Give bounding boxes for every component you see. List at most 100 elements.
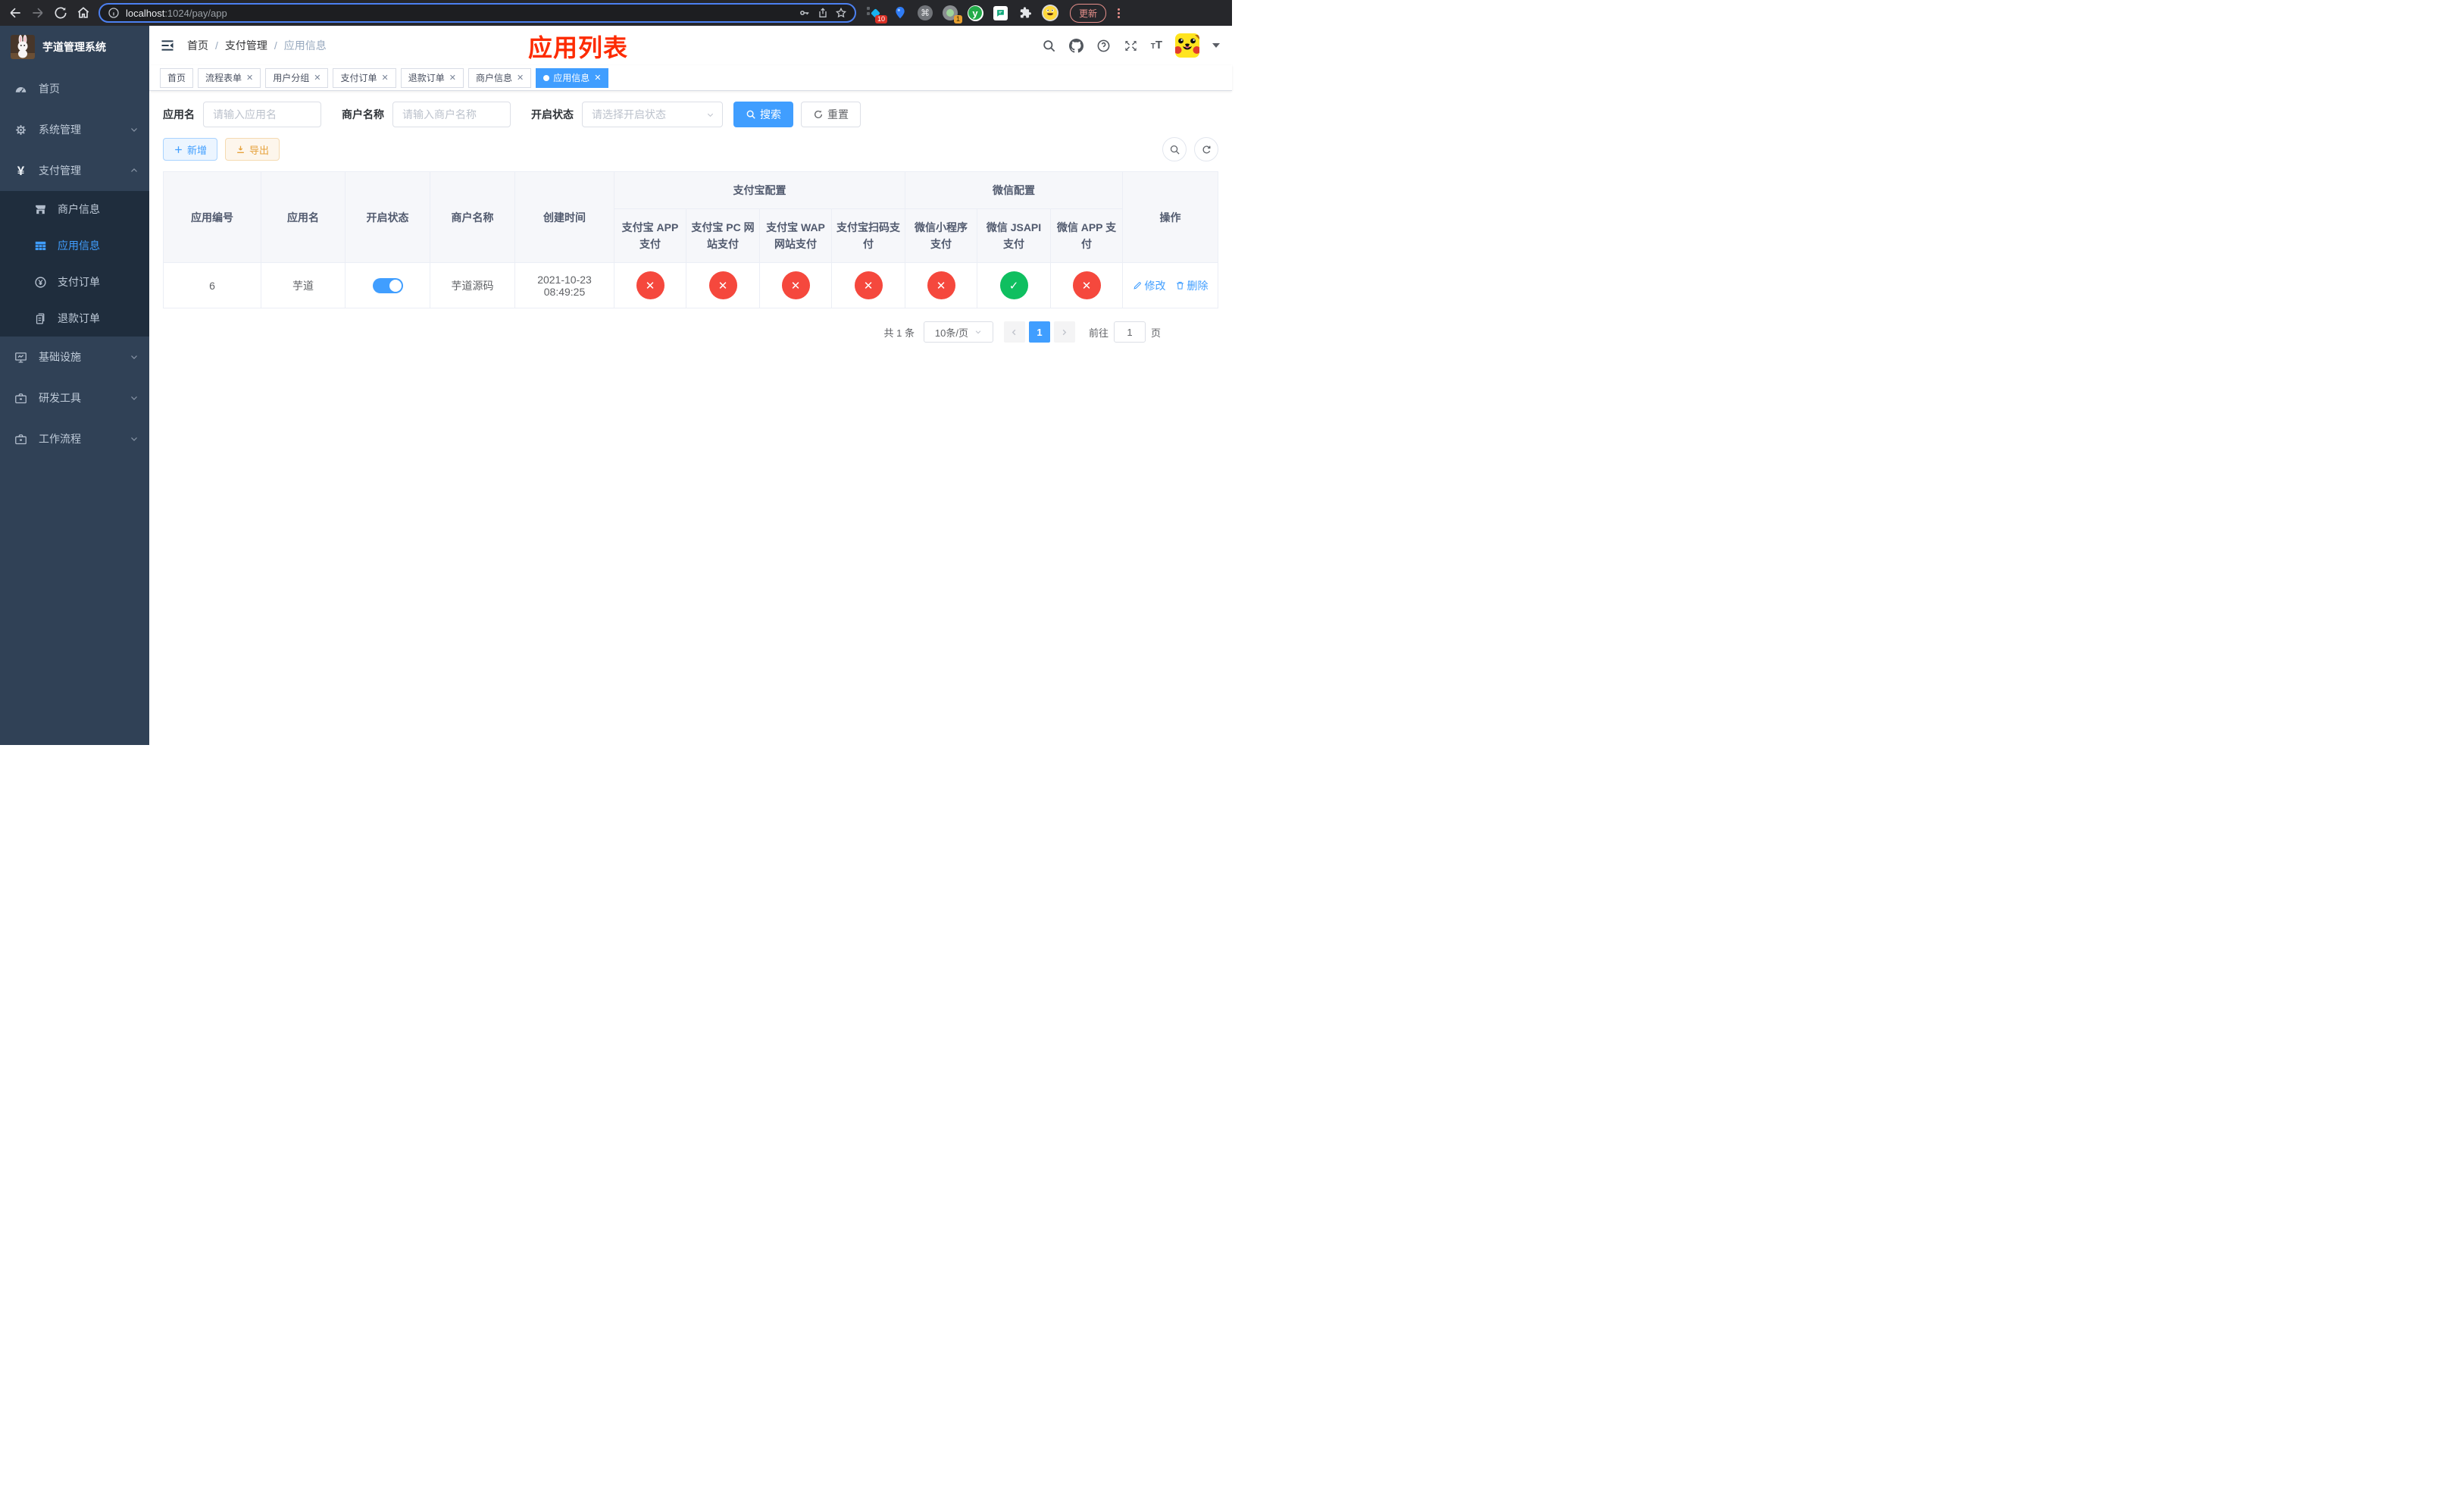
prev-page-button[interactable] <box>1003 321 1025 343</box>
status-label: 开启状态 <box>531 108 574 121</box>
chevron-down-icon <box>131 355 137 359</box>
cell-alipay-app-status: ✕ <box>614 262 686 308</box>
delete-link[interactable]: 删除 <box>1175 278 1209 293</box>
extension-y-icon[interactable]: y <box>967 5 983 21</box>
close-icon[interactable]: ✕ <box>449 73 456 83</box>
profile-avatar[interactable] <box>1042 5 1058 21</box>
tab-home[interactable]: 首页 <box>160 67 194 88</box>
sidebar-toggle-icon[interactable] <box>160 38 175 53</box>
dashboard-icon <box>15 86 27 92</box>
cell-wechat-mini-status: ✕ <box>905 262 977 308</box>
help-icon[interactable] <box>1096 39 1111 53</box>
export-button[interactable]: 导出 <box>225 138 280 161</box>
password-key-icon[interactable] <box>799 7 811 19</box>
status-icon: ✕ <box>854 271 883 299</box>
merchant-name-input[interactable] <box>392 102 511 127</box>
reload-icon[interactable] <box>53 5 68 20</box>
tab-app-info[interactable]: 应用信息 ✕ <box>536 67 609 88</box>
chevron-right-icon <box>1063 329 1067 335</box>
sidebar-item-payment[interactable]: ¥ 支付管理 <box>0 150 149 191</box>
font-size-icon[interactable]: TT <box>1151 39 1162 52</box>
edit-link[interactable]: 修改 <box>1133 278 1166 293</box>
chevron-down-icon <box>975 330 981 334</box>
refresh-icon <box>1202 145 1210 153</box>
next-page-button[interactable] <box>1053 321 1075 343</box>
url-text[interactable]: localhost:1024/pay/app <box>126 8 793 19</box>
sidebar-item-infra[interactable]: 基础设施 <box>0 337 149 377</box>
tab-pay-order[interactable]: 支付订单 ✕ <box>333 67 396 88</box>
pagination: 共 1 条 10条/页 1 前往 页 <box>163 321 1218 343</box>
app-title: 芋道管理系统 <box>42 41 106 53</box>
app-logo-row[interactable]: 芋道管理系统 <box>0 26 149 68</box>
page-size-select[interactable]: 10条/页 <box>923 321 993 343</box>
cell-alipay-pc-status: ✕ <box>686 262 760 308</box>
cell-created: 2021-10-23 08:49:25 <box>514 262 614 308</box>
share-icon[interactable] <box>817 7 829 19</box>
close-icon[interactable]: ✕ <box>246 73 253 83</box>
extension-command-icon[interactable]: ⌘ <box>917 5 933 21</box>
site-info-icon[interactable] <box>108 7 120 19</box>
goto-page-input[interactable] <box>1113 321 1146 343</box>
table-row: 6 芋道 芋道源码 2021-10-23 08:49:25 ✕ ✕ ✕ ✕ ✕ … <box>163 262 1218 308</box>
goto-unit-label: 页 <box>1150 327 1161 339</box>
enabled-toggle[interactable] <box>372 277 403 293</box>
sidebar-item-workflow[interactable]: 工作流程 <box>0 418 149 459</box>
page-number-button[interactable]: 1 <box>1028 321 1050 343</box>
col-alipay-pc: 支付宝 PC 网站支付 <box>686 208 760 263</box>
refresh-table-button[interactable] <box>1194 137 1218 161</box>
sidebar-item-home[interactable]: 首页 <box>0 68 149 109</box>
sidebar-item-label: 应用信息 <box>58 239 100 252</box>
home-icon[interactable] <box>76 5 91 20</box>
extension-recorder-icon[interactable]: 1 <box>942 5 962 23</box>
search-icon <box>1170 145 1180 155</box>
sidebar-item-merchant-info[interactable]: 商户信息 <box>0 191 149 227</box>
bookmark-star-icon[interactable] <box>835 7 847 19</box>
extensions-puzzle-icon[interactable] <box>1017 5 1033 21</box>
breadcrumb-payment[interactable]: 支付管理 <box>225 38 267 53</box>
user-avatar[interactable] <box>1175 33 1199 58</box>
sidebar-item-pay-order[interactable]: 支付订单 <box>0 264 149 300</box>
add-button[interactable]: 新增 <box>163 138 218 161</box>
sidebar-item-refund-order[interactable]: 退款订单 <box>0 300 149 337</box>
sidebar-item-label: 退款订单 <box>58 312 100 324</box>
edit-pen-icon <box>1133 282 1141 290</box>
sidebar: 芋道管理系统 首页 系统管理 ¥ 支付管理 商户信息 应用信息 支付订单 退款订… <box>0 26 149 745</box>
close-icon[interactable]: ✕ <box>517 73 524 83</box>
col-wechat-app: 微信 APP 支付 <box>1050 208 1123 263</box>
forward-icon[interactable] <box>30 5 45 20</box>
sidebar-item-label: 支付订单 <box>58 276 100 288</box>
github-icon[interactable] <box>1068 38 1083 53</box>
sidebar-item-app-info[interactable]: 应用信息 <box>0 227 149 264</box>
sidebar-item-system[interactable]: 系统管理 <box>0 109 149 150</box>
status-select[interactable]: 请选择开启状态 <box>582 102 723 127</box>
header-search-icon[interactable] <box>1042 39 1056 53</box>
extension-bar: 10 ⌘ 1 y 更新 <box>867 3 1121 23</box>
sidebar-item-devtools[interactable]: 研发工具 <box>0 377 149 418</box>
extension-balloon-icon[interactable] <box>892 5 908 21</box>
top-navbar: 首页 / 支付管理 / 应用信息 应用列表 TT <box>149 26 1232 65</box>
extension-chat-icon[interactable] <box>992 5 1008 21</box>
tab-user-group[interactable]: 用户分组 ✕ <box>265 67 329 88</box>
close-icon[interactable]: ✕ <box>314 73 321 83</box>
breadcrumb-home[interactable]: 首页 <box>187 38 208 53</box>
col-actions: 操作 <box>1122 171 1218 263</box>
close-icon[interactable]: ✕ <box>382 73 389 83</box>
back-icon[interactable] <box>8 5 23 20</box>
app-name-input[interactable] <box>203 102 321 127</box>
extension-pinned-icon[interactable]: 10 <box>867 5 887 23</box>
merchant-name-label: 商户名称 <box>342 108 384 121</box>
tab-merchant-info[interactable]: 商户信息 ✕ <box>467 67 532 88</box>
chrome-update-button[interactable]: 更新 <box>1070 3 1107 23</box>
search-button[interactable]: 搜索 <box>733 102 793 127</box>
close-icon[interactable]: ✕ <box>594 73 601 83</box>
tab-refund-order[interactable]: 退款订单 ✕ <box>400 67 464 88</box>
reset-button[interactable]: 重置 <box>801 102 861 127</box>
document-copy-icon <box>36 312 45 324</box>
fullscreen-icon[interactable] <box>1124 39 1138 53</box>
sidebar-item-label: 商户信息 <box>58 203 100 215</box>
toggle-search-button[interactable] <box>1162 137 1187 161</box>
avatar-caret-icon[interactable] <box>1212 43 1220 48</box>
url-bar[interactable]: localhost:1024/pay/app <box>98 3 856 23</box>
tab-process-form[interactable]: 流程表单 ✕ <box>198 67 261 88</box>
chrome-menu-icon[interactable] <box>1118 8 1121 18</box>
